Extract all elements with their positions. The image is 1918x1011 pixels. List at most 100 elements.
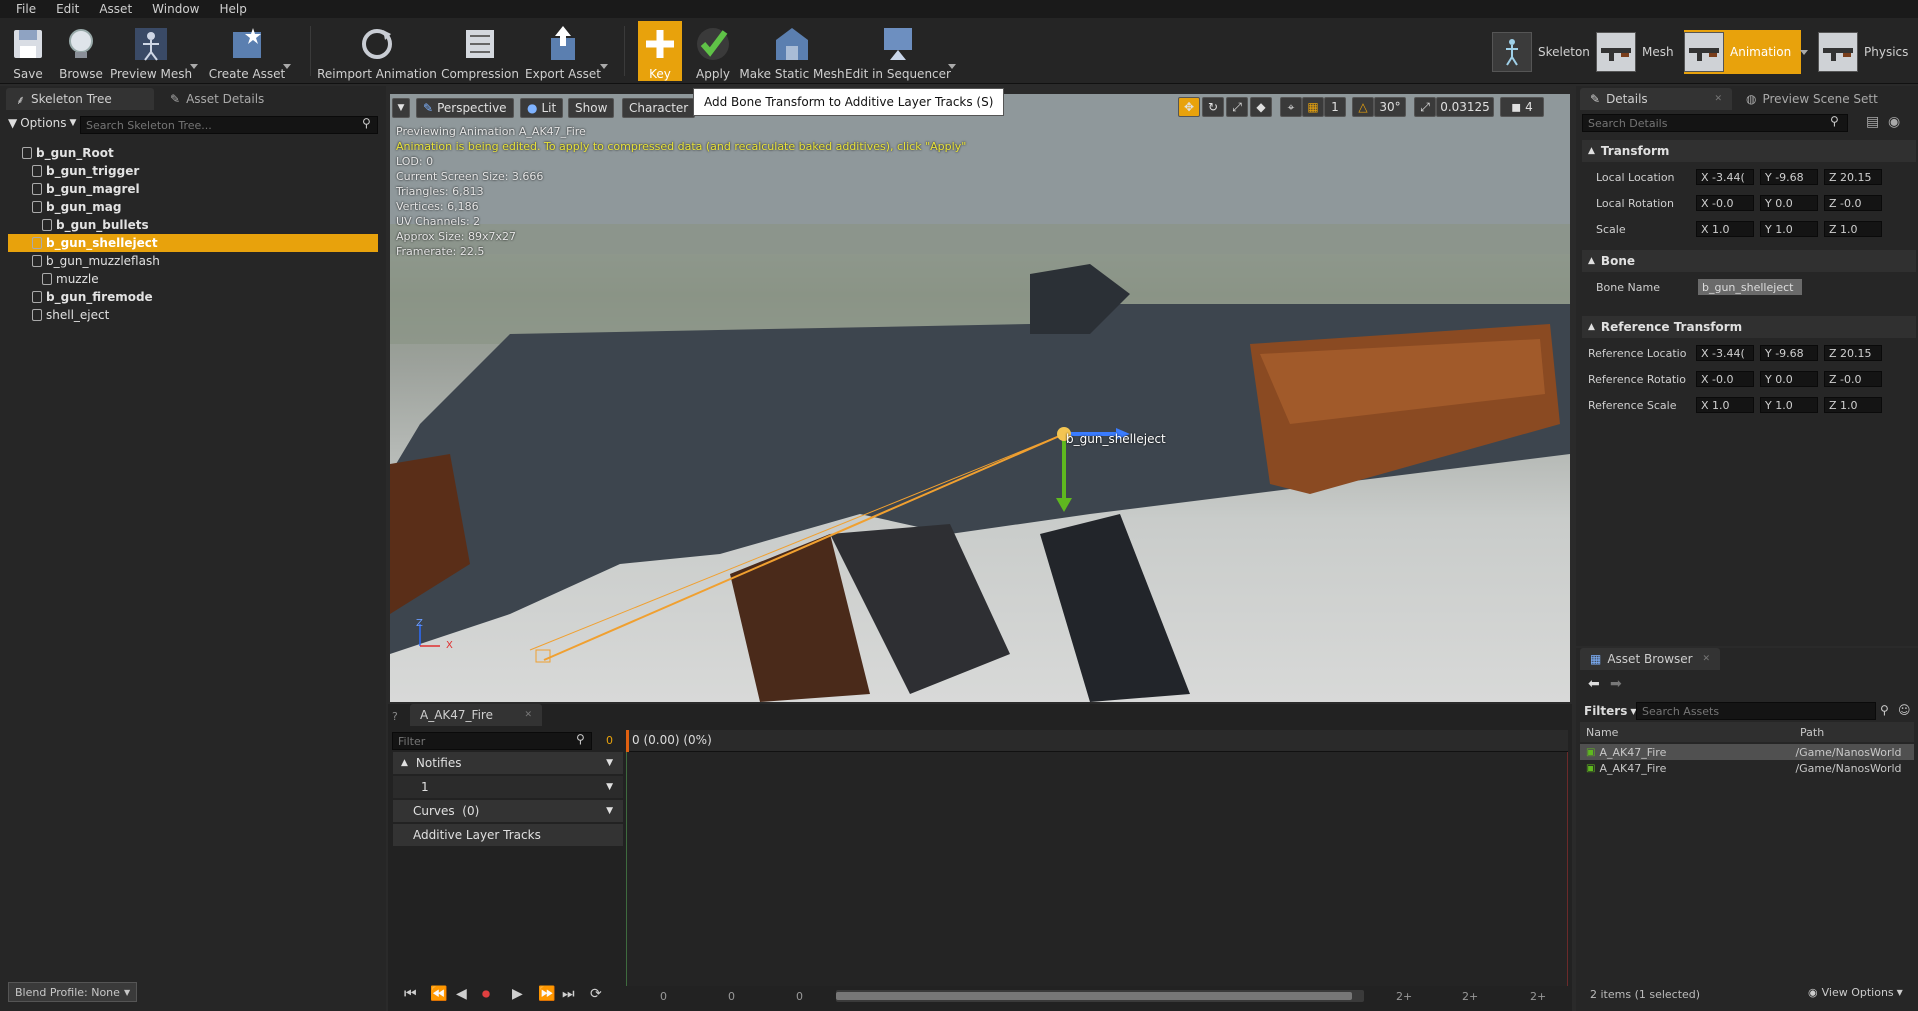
mode-mesh-button[interactable]: Mesh <box>1596 30 1674 74</box>
camera-speed-button[interactable]: ⤢ <box>1414 97 1436 117</box>
eye-icon[interactable]: ◉ <box>1888 114 1900 130</box>
vector-x-field[interactable]: X -3.44( <box>1696 169 1754 185</box>
world-local-button[interactable]: ◆ <box>1250 97 1272 117</box>
help-icon[interactable]: ? <box>392 710 398 723</box>
rotation-snap-button[interactable]: △ <box>1352 97 1374 117</box>
skeleton-tree-row[interactable]: b_gun_mag <box>8 198 378 216</box>
animation-dropdown-icon[interactable] <box>1800 50 1808 55</box>
timeline-scrollbar[interactable] <box>836 990 1364 1002</box>
browse-button[interactable]: Browse <box>58 21 104 81</box>
vector-y-field[interactable]: Y 1.0 <box>1760 397 1818 413</box>
skeleton-tree-row[interactable]: b_gun_Root <box>8 144 378 162</box>
tab-details[interactable]: ✎ Details ✕ <box>1580 88 1732 110</box>
menu-window[interactable]: Window <box>142 2 209 16</box>
preview-mesh-dropdown-icon[interactable] <box>190 64 198 69</box>
play-reverse-button[interactable]: ◀ <box>456 986 467 1002</box>
skeleton-tree-row[interactable]: muzzle <box>8 270 378 288</box>
skeleton-tree-row[interactable]: b_gun_muzzleflash <box>8 252 378 270</box>
tab-animation-sequence[interactable]: A_AK47_Fire ✕ <box>410 704 542 726</box>
additive-layer-tracks-row[interactable]: Additive Layer Tracks <box>393 824 623 846</box>
track-area[interactable] <box>626 752 1568 986</box>
close-icon[interactable]: ✕ <box>524 710 532 720</box>
skeleton-tree-row[interactable]: b_gun_shelleject <box>8 234 378 252</box>
surface-snap-button[interactable]: ⌖ <box>1280 97 1302 117</box>
back-arrow-icon[interactable]: ⬅ <box>1588 676 1600 692</box>
view-options-button[interactable]: ◉ View Options ▼ <box>1808 986 1903 999</box>
show-button[interactable]: Show <box>568 98 615 118</box>
edit-in-sequencer-button[interactable]: Edit in Sequencer <box>845 21 951 81</box>
vector-y-field[interactable]: Y -9.68 <box>1760 345 1818 361</box>
translate-tool-button[interactable]: ✥ <box>1178 97 1200 117</box>
tab-asset-details[interactable]: ✎ Asset Details <box>160 88 308 110</box>
vector-y-field[interactable]: Y 1.0 <box>1760 221 1818 237</box>
menu-edit[interactable]: Edit <box>46 2 89 16</box>
vector-x-field[interactable]: X 1.0 <box>1696 221 1754 237</box>
chevron-down-icon[interactable]: ▼ <box>606 782 613 792</box>
vector-x-field[interactable]: X -0.0 <box>1696 195 1754 211</box>
user-icon[interactable]: ☺ <box>1898 703 1911 717</box>
playhead-marker[interactable] <box>626 730 629 752</box>
vector-z-field[interactable]: Z 20.15 <box>1824 169 1882 185</box>
blend-profile-dropdown[interactable]: Blend Profile: None ▼ <box>8 982 138 1002</box>
timeline-scrollbar-thumb[interactable] <box>836 992 1352 1000</box>
camera-count-button[interactable]: ◼ 4 <box>1500 97 1544 117</box>
perspective-button[interactable]: ✎ Perspective <box>416 98 514 118</box>
step-back-button[interactable]: ⏪ <box>430 986 447 1002</box>
rotation-snap-value-button[interactable]: 30° <box>1374 97 1406 117</box>
apply-button[interactable]: Apply <box>692 21 734 81</box>
skeleton-search-input[interactable] <box>80 116 378 134</box>
vector-y-field[interactable]: Y 0.0 <box>1760 195 1818 211</box>
close-icon[interactable]: ✕ <box>1702 654 1710 664</box>
viewport-options-button[interactable]: ▼ <box>392 98 410 118</box>
rotate-tool-button[interactable]: ↻ <box>1202 97 1224 117</box>
skeleton-tree-row[interactable]: b_gun_magrel <box>8 180 378 198</box>
chevron-down-icon[interactable]: ▼ <box>606 758 613 768</box>
bone-category[interactable]: ▲ Bone <box>1582 250 1916 272</box>
timeline-filter-input[interactable] <box>392 732 592 750</box>
reference-transform-category[interactable]: ▲ Reference Transform <box>1582 316 1916 338</box>
column-name-header[interactable]: Name <box>1580 726 1800 739</box>
mode-skeleton-button[interactable]: Skeleton <box>1492 30 1590 74</box>
make-static-mesh-button[interactable]: Make Static Mesh <box>739 21 845 81</box>
vector-x-field[interactable]: X 1.0 <box>1696 397 1754 413</box>
skeleton-tree-row[interactable]: b_gun_bullets <box>8 216 378 234</box>
sequencer-dropdown-icon[interactable] <box>948 64 956 69</box>
reimport-animation-button[interactable]: Reimport Animation <box>317 21 437 81</box>
create-asset-dropdown-icon[interactable] <box>283 64 291 69</box>
camera-speed-value-button[interactable]: 0.03125 <box>1436 97 1494 117</box>
vector-x-field[interactable]: X -0.0 <box>1696 371 1754 387</box>
export-asset-button[interactable]: Export Asset <box>525 21 601 81</box>
play-button[interactable]: ▶ <box>512 986 523 1002</box>
forward-arrow-icon[interactable]: ➡ <box>1610 676 1622 692</box>
chevron-down-icon[interactable]: ▼ <box>606 806 613 816</box>
vector-z-field[interactable]: Z 1.0 <box>1824 397 1882 413</box>
export-asset-dropdown-icon[interactable] <box>600 64 608 69</box>
scrub-bar[interactable]: 0 (0.00) (0%) <box>626 730 1568 752</box>
vector-y-field[interactable]: Y -9.68 <box>1760 169 1818 185</box>
mode-physics-button[interactable]: Physics <box>1818 30 1908 74</box>
vector-z-field[interactable]: Z 20.15 <box>1824 345 1882 361</box>
notify-track-row[interactable]: 1 ▼ <box>393 776 623 798</box>
curves-row[interactable]: Curves (0) ▼ <box>393 800 623 822</box>
close-icon[interactable]: ✕ <box>1714 94 1722 104</box>
character-button[interactable]: Character <box>622 98 696 118</box>
menu-asset[interactable]: Asset <box>89 2 142 16</box>
create-asset-button[interactable]: Create Asset <box>209 21 285 81</box>
menu-help[interactable]: Help <box>209 2 256 16</box>
skip-to-start-button[interactable]: ⏮ <box>404 986 417 1002</box>
asset-search-input[interactable] <box>1636 702 1876 720</box>
record-button[interactable]: ⏺ <box>482 984 490 1004</box>
vector-y-field[interactable]: Y 0.0 <box>1760 371 1818 387</box>
preview-viewport[interactable]: ▼ ✎ Perspective ● Lit Show Character ✥ ↻ ⤢… <box>390 94 1570 702</box>
transform-category[interactable]: ▲ Transform <box>1582 140 1916 162</box>
skeleton-tree-row[interactable]: b_gun_firemode <box>8 288 378 306</box>
preview-mesh-button[interactable]: Preview Mesh <box>110 21 192 81</box>
tab-skeleton-tree[interactable]: ⸙ Skeleton Tree <box>6 88 154 110</box>
key-button[interactable]: Key <box>638 21 682 81</box>
tab-preview-scene-settings[interactable]: ◍ Preview Scene Sett <box>1736 88 1918 110</box>
vector-z-field[interactable]: Z 1.0 <box>1824 221 1882 237</box>
skeleton-tree-row[interactable]: b_gun_trigger <box>8 162 378 180</box>
asset-list-row[interactable]: ▣ A_AK47_Fire/Game/NanosWorld <box>1580 744 1914 760</box>
skip-to-end-button[interactable]: ⏭ <box>562 986 575 1002</box>
vector-z-field[interactable]: Z -0.0 <box>1824 195 1882 211</box>
